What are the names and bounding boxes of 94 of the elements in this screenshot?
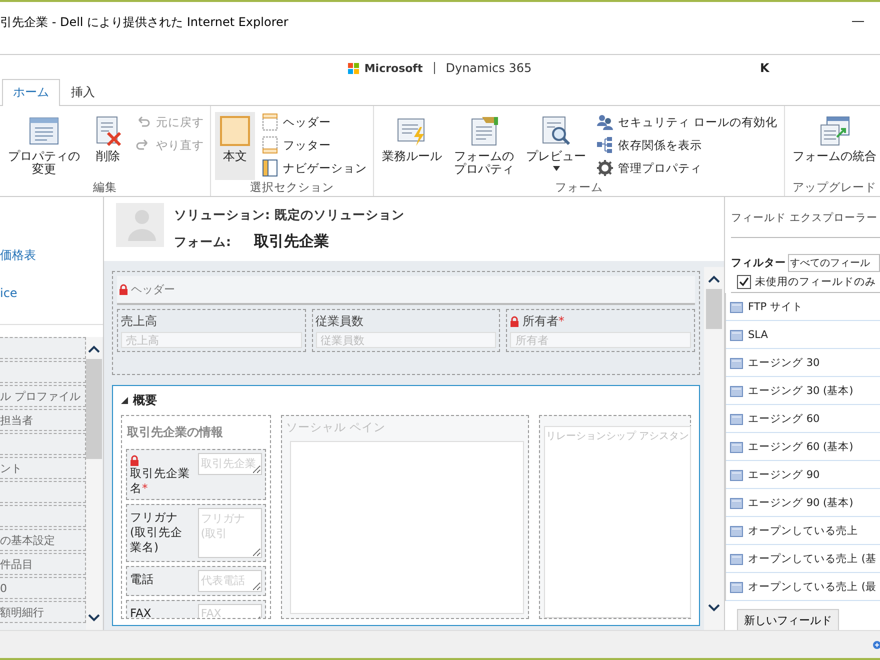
- group-label: フォーム: [554, 180, 604, 196]
- ribbon-button[interactable]: フッター: [259, 135, 369, 155]
- field-name[interactable]: エージング 90 (基本): [748, 496, 854, 510]
- section-title: 取引先企業の情報: [126, 424, 224, 441]
- scroll-down-icon: [88, 614, 100, 622]
- ribbon-button[interactable]: プロパティの 変更: [4, 112, 84, 180]
- group-label: 選択セクション: [249, 180, 335, 196]
- panel-title: ソーシャル ペイン: [286, 420, 387, 435]
- form-name: 取引先企業: [254, 232, 329, 251]
- ribbon-button[interactable]: 削除: [88, 112, 128, 180]
- field-icon: [730, 440, 743, 452]
- section-title: ヘッダー: [131, 282, 175, 297]
- zoom-icon: [872, 640, 880, 650]
- header-section-icon: [261, 113, 279, 131]
- field-name[interactable]: エージング 60 (基本): [748, 440, 854, 454]
- ribbon-button[interactable]: セキュリティ ロールの有効化: [594, 112, 780, 132]
- field-label: 取引先企業名*: [130, 466, 190, 495]
- field-name[interactable]: オープンしている売上 (最: [748, 580, 876, 594]
- window-title: 引先企業 - Dell により提供された Internet Explorer: [0, 14, 288, 30]
- ribbon-tab[interactable]: ホーム: [2, 79, 60, 106]
- input-field[interactable]: 従業員数: [316, 332, 496, 348]
- scroll-up-icon: [88, 345, 100, 353]
- user-initial[interactable]: K: [760, 61, 770, 75]
- input-field[interactable]: 売上高: [121, 332, 302, 348]
- avatar-icon: [116, 203, 164, 247]
- field-name[interactable]: SLA: [748, 328, 768, 340]
- merge-form-icon: [818, 115, 851, 147]
- field-label: フリガナ (取引先企業名): [130, 510, 182, 554]
- field-name[interactable]: オープンしている売上: [748, 524, 858, 538]
- checkbox[interactable]: [737, 275, 751, 289]
- field-name[interactable]: オープンしている売上 (基: [748, 552, 876, 566]
- filter-dropdown[interactable]: すべてのフィール: [788, 254, 880, 272]
- section-icon: [219, 115, 251, 147]
- field-icon: [730, 328, 743, 340]
- tab-title: 概要: [133, 392, 157, 409]
- expanded-triangle-icon[interactable]: [121, 397, 128, 404]
- checkbox-label: 未使用のフィールドのみ: [755, 275, 876, 289]
- ribbon-button[interactable]: 依存関係を表示: [594, 135, 780, 155]
- field-label: 所有者*: [522, 313, 564, 330]
- nav-link[interactable]: ice: [0, 286, 103, 300]
- group-label: アップグレード: [792, 180, 878, 196]
- field-name[interactable]: エージング 90: [748, 468, 820, 482]
- hierarchy-icon: [596, 136, 614, 154]
- footer-section-icon: [261, 136, 279, 154]
- panel-title: フィールド エクスプローラー: [731, 205, 880, 238]
- scroll-thumb[interactable]: [706, 289, 722, 329]
- ribbon-button[interactable]: プレビュー: [522, 112, 590, 180]
- field-label: 従業員数: [316, 313, 364, 330]
- ribbon-button[interactable]: ナビゲーション: [259, 158, 369, 178]
- field-icon: [730, 524, 743, 536]
- document-icon: [28, 115, 60, 147]
- nav-link[interactable]: 価格表: [0, 247, 103, 264]
- check-icon: [739, 277, 749, 287]
- form-label: フォーム:: [174, 234, 232, 251]
- scroll-down-icon: [708, 604, 720, 612]
- field-icon: [730, 580, 743, 592]
- field-icon: [730, 300, 743, 312]
- field-icon: [730, 468, 743, 480]
- filter-label: フィルター: [731, 256, 786, 270]
- microsoft-logo-icon: [348, 62, 360, 74]
- field-name[interactable]: FTP サイト: [748, 300, 803, 314]
- field-icon: [730, 496, 743, 508]
- field-name[interactable]: エージング 30 (基本): [748, 384, 854, 398]
- scroll-up-icon: [708, 275, 720, 283]
- field-icon: [730, 356, 743, 368]
- brand-name: Microsoft: [364, 62, 423, 74]
- minimize-icon[interactable]: [852, 21, 864, 23]
- field-label: 電話: [130, 572, 154, 586]
- field-name[interactable]: エージング 30: [748, 356, 820, 370]
- ribbon-button[interactable]: 管理プロパティ: [594, 158, 780, 178]
- header-section[interactable]: ヘッダー 売上高 売上高 従業員数 従業員数 所有者* 所有者: [112, 271, 700, 375]
- settings-icon: [596, 159, 614, 177]
- product-name: Dynamics 365: [446, 61, 532, 75]
- people-icon: [596, 113, 614, 131]
- ribbon-button[interactable]: 本文: [215, 112, 255, 180]
- ribbon-tab[interactable]: 挿入: [60, 79, 106, 105]
- input-field[interactable]: 所有者: [510, 332, 692, 348]
- magnifier-document-icon: [540, 115, 572, 147]
- group-label: 編集: [92, 180, 118, 196]
- field-label: FAX: [130, 606, 152, 618]
- field-name[interactable]: エージング 60: [748, 412, 820, 426]
- ribbon-button[interactable]: ヘッダー: [259, 112, 369, 132]
- field-label: 売上高: [121, 313, 157, 330]
- ribbon-button[interactable]: 業務ルール: [378, 112, 446, 180]
- relationship-assistant-panel: リレーションシップ アシスタン: [544, 426, 692, 618]
- scroll-thumb[interactable]: [86, 359, 102, 459]
- field-icon: [730, 552, 743, 564]
- field-icon: [730, 412, 743, 424]
- navigation-section-icon: [261, 159, 279, 177]
- ribbon-button[interactable]: フォームの統合: [788, 112, 880, 180]
- ribbon-button[interactable]: フォームの プロパティ: [450, 112, 518, 180]
- new-field-button[interactable]: 新しいフィールド: [737, 609, 839, 632]
- field-icon: [730, 384, 743, 396]
- solution-title: ソリューション: 既定のソリューション: [174, 207, 404, 224]
